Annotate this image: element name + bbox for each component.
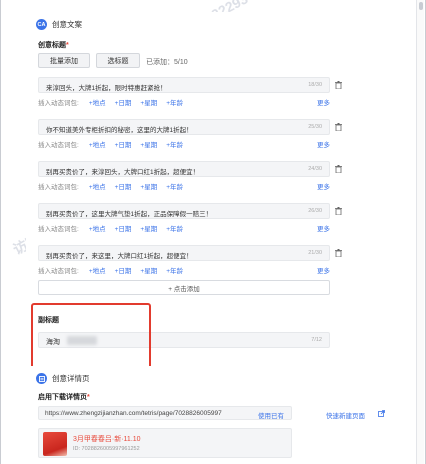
char-count: 24/30: [308, 166, 322, 172]
added-count: 已添加：5/10: [146, 59, 188, 66]
scrollbar-thumb[interactable]: [419, 2, 423, 10]
trash-icon[interactable]: [335, 165, 342, 173]
preview-thumbnail: [43, 432, 67, 456]
quick-new-page-link[interactable]: 快速新建页面: [326, 410, 365, 420]
insert-weekday-link[interactable]: +星期: [140, 223, 157, 233]
section-title: 创意文案: [52, 20, 82, 29]
insert-age-link[interactable]: +年龄: [166, 97, 183, 107]
char-count: 18/30: [308, 82, 322, 88]
creative-copy-icon: CA: [36, 19, 47, 30]
subtitle-label: 副标题: [38, 317, 59, 324]
insert-weekday-link[interactable]: +星期: [140, 139, 157, 149]
more-link[interactable]: 更多: [317, 97, 330, 107]
insert-dynamic-row-5: 插入动态词包: +地点 +日期 +星期 +年龄 更多: [38, 264, 330, 276]
more-link[interactable]: 更多: [317, 265, 330, 275]
insert-label: 插入动态词包:: [38, 100, 79, 107]
insert-weekday-link[interactable]: +星期: [140, 181, 157, 191]
section-header-creative: CA 创意文案: [36, 19, 82, 30]
more-link[interactable]: 更多: [317, 139, 330, 149]
more-link[interactable]: 更多: [317, 223, 330, 233]
insert-location-link[interactable]: +地点: [89, 97, 106, 107]
title-text: 你不知道美外专柜折扣的秘密，这里的大牌1折起！: [46, 127, 193, 134]
insert-date-link[interactable]: +日期: [115, 223, 132, 233]
batch-add-button[interactable]: 批量添加: [38, 53, 90, 68]
redacted-text: [67, 336, 97, 345]
insert-dynamic-row-3: 插入动态词包: +地点 +日期 +星期 +年龄 更多: [38, 180, 330, 192]
insert-date-link[interactable]: +日期: [115, 139, 132, 149]
insert-label: 插入动态词包:: [38, 184, 79, 191]
insert-label: 插入动态词包:: [38, 268, 79, 275]
title-text: 别再买贵价了，这里大牌气垫1折起，正品保障假一赔三！: [46, 211, 213, 218]
insert-location-link[interactable]: +地点: [89, 181, 106, 191]
title-input-1[interactable]: 来淳回头，大牌1折起，限时特惠赶紧抢！ 18/30: [38, 77, 330, 93]
insert-weekday-link[interactable]: +星期: [140, 265, 157, 275]
insert-date-link[interactable]: +日期: [115, 97, 132, 107]
preview-title: 3月甲春春吕·新·11.10: [73, 436, 141, 443]
creative-title-label: 创意标题*: [38, 42, 69, 49]
creative-detail-card: 创意详情页 启用下载详情页* https://www.zhengzijianzh…: [26, 366, 400, 464]
subtitle-text: 海淘: [46, 339, 60, 346]
title-text: 来淳回头，大牌1折起，限时特惠赶紧抢！: [46, 85, 167, 92]
title-input-3[interactable]: 别再买贵价了，来淳回头，大牌口红1折起，超便宜！ 24/30: [38, 161, 330, 177]
landing-url-field[interactable]: https://www.zhengzijianzhan.com/tetris/p…: [38, 406, 292, 420]
landing-page-preview[interactable]: 3月甲春春吕·新·11.10 ID: 7028826005997961252: [38, 428, 292, 458]
trash-icon[interactable]: [335, 123, 342, 131]
insert-date-link[interactable]: +日期: [115, 265, 132, 275]
char-count: 21/30: [308, 250, 322, 256]
pick-title-button[interactable]: 选标题: [96, 53, 140, 68]
use-existing-link[interactable]: 使用已有: [258, 410, 284, 420]
creative-copy-card: CA 创意文案 创意标题* 批量添加 选标题 已添加：5/10 来淳回头，大牌1…: [26, 12, 400, 364]
insert-age-link[interactable]: +年龄: [166, 265, 183, 275]
click-add-button[interactable]: + 点击添加: [38, 280, 330, 295]
title-input-4[interactable]: 别再买贵价了，这里大牌气垫1折起，正品保障假一赔三！ 26/30: [38, 203, 330, 219]
char-count: 7/12: [311, 337, 322, 343]
trash-icon[interactable]: [335, 207, 342, 215]
insert-dynamic-row-1: 插入动态词包: +地点 +日期 +星期 +年龄 更多: [38, 96, 330, 108]
insert-date-link[interactable]: +日期: [115, 181, 132, 191]
insert-age-link[interactable]: +年龄: [166, 223, 183, 233]
subtitle-input[interactable]: 海淘 7/12: [38, 332, 330, 348]
title-text: 别再买贵价了，来这里，大牌口红1折起，超便宜！: [46, 253, 193, 260]
insert-weekday-link[interactable]: +星期: [140, 97, 157, 107]
scrollbar[interactable]: [416, 0, 424, 464]
insert-label: 插入动态词包:: [38, 142, 79, 149]
insert-location-link[interactable]: +地点: [89, 223, 106, 233]
title-input-5[interactable]: 别再买贵价了，来这里，大牌口红1折起，超便宜！ 21/30: [38, 245, 330, 261]
title-input-2[interactable]: 你不知道美外专柜折扣的秘密，这里的大牌1折起！ 25/30: [38, 119, 330, 135]
trash-icon[interactable]: [335, 249, 342, 257]
title-text: 别再买贵价了，来淳回头，大牌口红1折起，超便宜！: [46, 169, 200, 176]
detail-page-icon: [36, 373, 47, 384]
insert-location-link[interactable]: +地点: [89, 139, 106, 149]
more-link[interactable]: 更多: [317, 181, 330, 191]
preview-id: ID: 7028826005997961252: [73, 446, 140, 452]
char-count: 25/30: [308, 124, 322, 130]
insert-age-link[interactable]: +年龄: [166, 181, 183, 191]
insert-dynamic-row-4: 插入动态词包: +地点 +日期 +星期 +年龄 更多: [38, 222, 330, 234]
section-header-detail: 创意详情页: [36, 373, 90, 384]
insert-age-link[interactable]: +年龄: [166, 139, 183, 149]
insert-label: 插入动态词包:: [38, 226, 79, 233]
landing-page-label: 启用下载详情页*: [38, 394, 90, 401]
external-link-icon[interactable]: [378, 410, 385, 417]
insert-location-link[interactable]: +地点: [89, 265, 106, 275]
section-title: 创意详情页: [52, 374, 90, 383]
char-count: 26/30: [308, 208, 322, 214]
insert-dynamic-row-2: 插入动态词包: +地点 +日期 +星期 +年龄 更多: [38, 138, 330, 150]
trash-icon[interactable]: [335, 81, 342, 89]
